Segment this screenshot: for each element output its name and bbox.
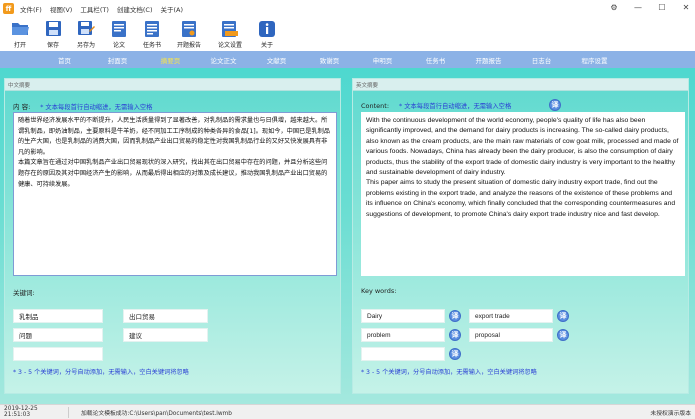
- task-book-button[interactable]: 任务书: [140, 17, 164, 49]
- license-status: 未授权演示版本: [650, 410, 691, 417]
- content-label: 内 容:: [13, 103, 31, 111]
- content-label-row: Content: * 文本每段首行自动缩进，无需输入空格: [361, 101, 512, 111]
- chinese-abstract-paragraph: 本篇文章旨在通过对中国乳制品产业出口贸易现状的深入研究，找出其在出口贸易中存在的…: [18, 159, 328, 188]
- keyword-input-2[interactable]: export trade: [469, 309, 553, 323]
- about-label: 关于: [260, 42, 273, 49]
- nav-cover[interactable]: 封面页: [91, 55, 144, 65]
- keywords-tip: * 3 - 5 个关键词，分号自动添加，无需输入，空白关键词将忽略: [361, 369, 537, 376]
- nav-thesis-body[interactable]: 论文正文: [197, 55, 250, 65]
- save-as-button[interactable]: 另存为: [74, 17, 98, 49]
- translate-button[interactable]: 译: [549, 99, 561, 111]
- chinese-abstract-panel: 中文摘要 内 容: * 文本每段首行自动缩进，无需输入空格 随着世界经济发展水平…: [4, 78, 341, 394]
- translate-keyword-1-button[interactable]: 译: [449, 310, 461, 322]
- proposal-report-label: 开题报告: [176, 42, 201, 49]
- menu-create-document[interactable]: 创建文档(C): [117, 4, 153, 14]
- proposal-document-icon: [180, 19, 199, 38]
- status-bar: 2019-12-25 21:51:03 加载论文模板成功:C:\Users\pa…: [0, 404, 695, 419]
- nav-abstract[interactable]: 摘要页: [144, 55, 197, 65]
- menu-about[interactable]: 关于(A): [161, 4, 184, 14]
- english-abstract-text: With the continuous development of the w…: [366, 116, 680, 220]
- english-abstract-paragraph: With the continuous development of the w…: [366, 117, 679, 177]
- gear-icon[interactable]: ⚙: [609, 3, 619, 12]
- save-as-icon: [77, 19, 96, 38]
- keyword-input-5[interactable]: [13, 347, 103, 361]
- document-icon: [110, 19, 129, 38]
- translate-keyword-4-button[interactable]: 译: [557, 329, 569, 341]
- keyword-input-2[interactable]: 出口贸易: [123, 309, 208, 323]
- nav-references[interactable]: 文献页: [250, 55, 303, 65]
- maximize-icon[interactable]: ☐: [657, 3, 667, 12]
- thesis-settings-button[interactable]: 论文设置: [214, 17, 246, 49]
- english-abstract-textarea[interactable]: With the continuous development of the w…: [361, 112, 685, 276]
- minimize-icon[interactable]: —: [633, 3, 643, 12]
- thesis-label: 论文: [112, 42, 125, 49]
- settings-document-icon: [221, 19, 240, 38]
- panel-title: 中文摘要: [5, 79, 340, 91]
- nav-task-book[interactable]: 任务书: [409, 55, 462, 65]
- keywords-label: 关键词:: [13, 289, 35, 297]
- app-logo-icon: ff: [3, 3, 14, 14]
- save-button[interactable]: 保存: [41, 17, 65, 49]
- status-divider: [68, 406, 69, 418]
- task-book-label: 任务书: [142, 42, 161, 49]
- thesis-button[interactable]: 论文: [107, 17, 131, 49]
- info-icon: [258, 19, 277, 38]
- toolbar: 打开 保存 另存为 论文 任务书 开题报告 论文设置 关于: [0, 17, 695, 50]
- translate-keyword-5-button[interactable]: 译: [449, 348, 461, 360]
- nav-home[interactable]: 首页: [38, 55, 91, 65]
- nav-acknowledgement[interactable]: 致谢页: [303, 55, 356, 65]
- keyword-input-3[interactable]: 问题: [13, 328, 103, 342]
- content-area: 中文摘要 内 容: * 文本每段首行自动缩进，无需输入空格 随着世界经济发展水平…: [0, 68, 695, 404]
- thesis-settings-label: 论文设置: [217, 42, 242, 49]
- menu-file[interactable]: 文件(F): [20, 4, 42, 14]
- chinese-abstract-text: 随着世界经济发展水平的不断提升，人民生活质量得到了显著改善，对乳制品的需求量也与…: [18, 116, 332, 190]
- folder-open-icon: [11, 19, 30, 38]
- window-controls: ⚙ — ☐ ✕: [609, 3, 691, 12]
- chinese-abstract-textarea[interactable]: 随着世界经济发展水平的不断提升，人民生活质量得到了显著改善，对乳制品的需求量也与…: [13, 112, 337, 276]
- content-label-row: 内 容: * 文本每段首行自动缩进，无需输入空格: [13, 101, 152, 111]
- proposal-report-button[interactable]: 开题报告: [173, 17, 205, 49]
- translate-keyword-3-button[interactable]: 译: [449, 329, 461, 341]
- save-icon: [44, 19, 63, 38]
- keyword-input-1[interactable]: Dairy: [361, 309, 445, 323]
- open-button[interactable]: 打开: [8, 17, 32, 49]
- menu-bar: ff 文件(F) 视图(V) 工具栏(T) 创建文档(C) 关于(A) ⚙ — …: [0, 0, 695, 17]
- menu-view[interactable]: 视图(V): [50, 4, 73, 14]
- status-message: 加载论文模板成功:C:\Users\pan\Documents\test.lwm…: [81, 410, 232, 417]
- chinese-abstract-paragraph: 随着世界经济发展水平的不断提升，人民生活质量得到了显著改善，对乳制品的需求量也与…: [18, 117, 330, 156]
- english-abstract-panel: 英文摘要 Content: * 文本每段首行自动缩进，无需输入空格 译 With…: [352, 78, 689, 394]
- close-icon[interactable]: ✕: [681, 3, 691, 12]
- menu-toolbar[interactable]: 工具栏(T): [80, 4, 109, 14]
- keyword-input-1[interactable]: 乳制品: [13, 309, 103, 323]
- indent-hint: * 文本每段首行自动缩进，无需输入空格: [40, 103, 153, 111]
- keywords-label: Key words:: [361, 287, 397, 295]
- keyword-input-5[interactable]: [361, 347, 445, 361]
- open-label: 打开: [13, 42, 26, 49]
- content-label: Content:: [361, 101, 390, 110]
- keywords-tip: * 3 - 5 个关键词，分号自动添加，无需输入，空白关键词将忽略: [13, 369, 189, 376]
- task-document-icon: [143, 19, 162, 38]
- nav-proposal-report[interactable]: 开题报告: [462, 55, 515, 65]
- about-button[interactable]: 关于: [255, 17, 279, 49]
- keyword-input-4[interactable]: 建议: [123, 328, 208, 342]
- translate-keyword-2-button[interactable]: 译: [557, 310, 569, 322]
- english-abstract-paragraph: This paper aims to study the present sit…: [366, 179, 676, 218]
- nav-program-settings[interactable]: 程序设置: [568, 55, 621, 65]
- keyword-input-3[interactable]: problem: [361, 328, 445, 342]
- save-as-label: 另存为: [76, 42, 95, 49]
- indent-hint: * 文本每段首行自动缩进，无需输入空格: [399, 103, 512, 110]
- save-label: 保存: [46, 42, 59, 49]
- page-nav-bar: 首页 封面页 摘要页 论文正文 文献页 致谢页 申明页 任务书 开题报告 日志台…: [0, 51, 695, 68]
- keyword-input-4[interactable]: proposal: [469, 328, 553, 342]
- nav-declaration[interactable]: 申明页: [356, 55, 409, 65]
- panel-title: 英文摘要: [353, 79, 688, 91]
- status-timestamp: 2019-12-25 21:51:03: [4, 406, 38, 418]
- nav-log[interactable]: 日志台: [515, 55, 568, 65]
